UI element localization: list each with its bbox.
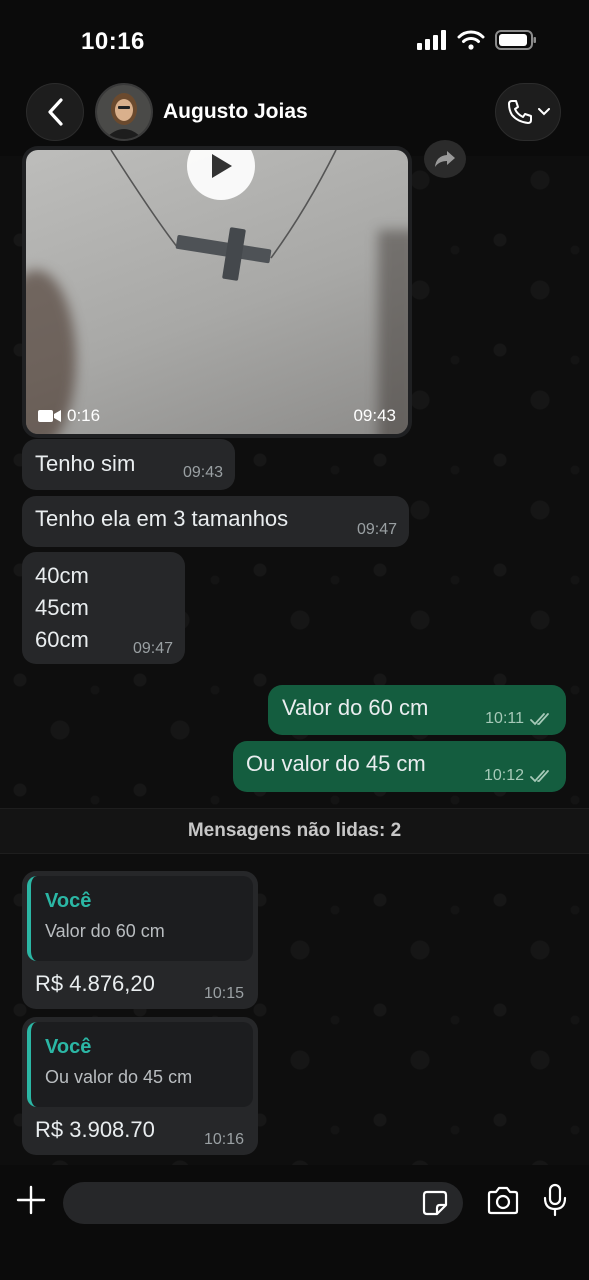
contact-name[interactable]: Augusto Joias: [163, 100, 308, 124]
microphone-button[interactable]: [543, 1183, 567, 1222]
sticker-icon: [422, 1190, 448, 1216]
status-time: 10:16: [81, 28, 145, 55]
quote-text: Valor do 60 cm: [45, 921, 165, 941]
chat-header: Augusto Joias: [0, 80, 589, 156]
attach-button[interactable]: [14, 1183, 48, 1217]
forward-button[interactable]: [424, 140, 466, 178]
read-ticks-icon: [530, 770, 549, 783]
unread-messages-divider: Mensagens não lidas: 2: [0, 808, 589, 854]
status-icons: [417, 30, 537, 50]
avatar-photo: [97, 85, 151, 139]
message-text: Ou valor do 45 cm: [246, 751, 426, 776]
message-time-text: 10:16: [203, 1131, 244, 1148]
camera-button[interactable]: [486, 1186, 520, 1221]
message-time: 10:11: [485, 710, 554, 728]
message-text: R$ 4.876,20: [35, 971, 155, 996]
plus-icon: [16, 1185, 46, 1215]
video-camera-icon: [38, 410, 61, 422]
message-line: 40cm: [35, 563, 89, 588]
message-time-text: 10:11: [485, 710, 524, 727]
wifi-icon: [457, 30, 485, 50]
phone-icon: [508, 100, 532, 124]
message-time: 09:47: [133, 640, 173, 658]
video-thumbnail[interactable]: 0:16 09:43: [26, 150, 408, 434]
message-time-text: 09:47: [132, 640, 173, 657]
quote-author: Você: [45, 890, 92, 912]
back-button[interactable]: [26, 83, 84, 141]
message-text: Valor do 60 cm: [282, 695, 429, 720]
video-timestamp: 09:43: [353, 406, 396, 425]
message-time-text: 10:12: [483, 767, 524, 784]
message-time: 10:12: [484, 767, 554, 785]
message-time-text: 09:43: [182, 464, 223, 481]
message-time: 09:47: [357, 521, 397, 539]
message-text: Tenho sim: [35, 451, 136, 476]
camera-icon: [487, 1186, 519, 1215]
message-incoming[interactable]: 40cm 45cm 60cm 09:47: [22, 552, 185, 664]
message-time: 10:16: [204, 1131, 244, 1149]
message-input[interactable]: [63, 1182, 463, 1224]
message-time-text: 10:15: [203, 985, 244, 1002]
message-time: 10:15: [204, 985, 244, 1003]
message-incoming[interactable]: Tenho ela em 3 tamanhos 09:47: [22, 496, 409, 547]
forward-icon: [435, 151, 455, 167]
message-incoming-reply[interactable]: Você Valor do 60 cm R$ 4.876,20 10:15: [22, 871, 258, 1009]
call-button[interactable]: [495, 83, 561, 141]
message-line: 45cm: [35, 595, 89, 620]
message-outgoing[interactable]: Valor do 60 cm 10:11: [268, 685, 566, 735]
message-incoming-reply[interactable]: Você Ou valor do 45 cm R$ 3.908.70 10:16: [22, 1017, 258, 1155]
message-text: R$ 3.908.70: [35, 1117, 155, 1142]
play-icon: [212, 154, 232, 178]
message-incoming[interactable]: Tenho sim 09:43: [22, 439, 235, 490]
read-ticks-icon: [530, 713, 549, 726]
message-composer: [0, 1165, 589, 1280]
message-line: 60cm: [35, 627, 89, 652]
chevron-down-icon: [538, 108, 550, 116]
battery-icon: [495, 30, 536, 50]
quoted-message[interactable]: Você Valor do 60 cm: [27, 876, 253, 961]
message-time-text: 09:47: [356, 521, 397, 538]
quoted-message[interactable]: Você Ou valor do 45 cm: [27, 1022, 253, 1107]
message-text: Tenho ela em 3 tamanhos: [35, 506, 289, 531]
chevron-left-icon: [48, 98, 63, 126]
message-outgoing[interactable]: Ou valor do 45 cm 10:12: [233, 741, 566, 792]
contact-avatar[interactable]: [95, 83, 153, 141]
video-duration: 0:16: [38, 406, 100, 426]
video-message[interactable]: 0:16 09:43: [22, 146, 412, 438]
video-duration-text: 0:16: [67, 406, 101, 425]
signal-icon: [417, 30, 446, 50]
message-time: 09:43: [183, 464, 223, 482]
quote-text: Ou valor do 45 cm: [45, 1067, 193, 1087]
quote-author: Você: [45, 1036, 92, 1058]
sticker-button[interactable]: [421, 1189, 449, 1222]
microphone-icon: [543, 1183, 567, 1217]
status-bar: 10:16: [0, 0, 589, 80]
